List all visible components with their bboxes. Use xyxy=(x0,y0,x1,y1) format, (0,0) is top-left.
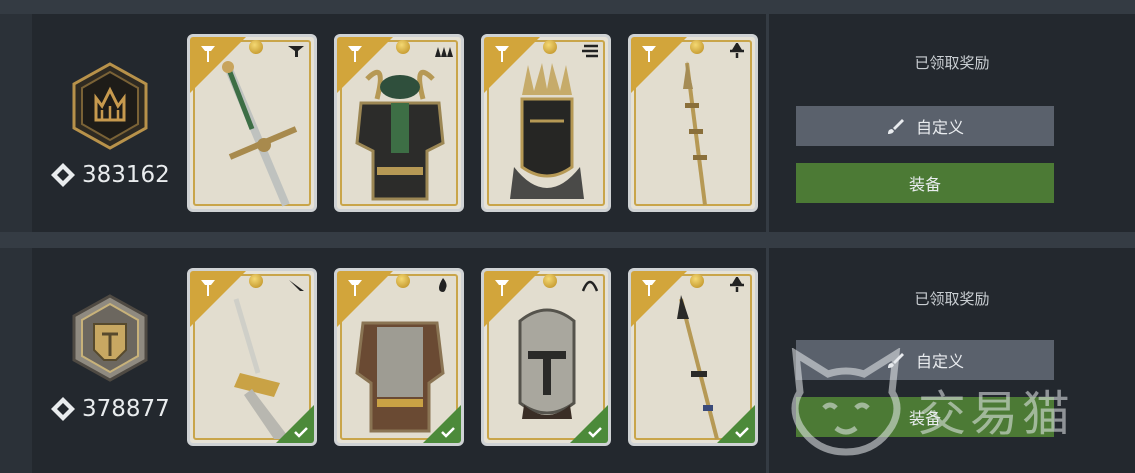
item-card-sword[interactable] xyxy=(187,268,317,446)
item-card-armor[interactable] xyxy=(334,268,464,446)
coin-icon xyxy=(543,40,557,54)
equip-button[interactable]: 装备 xyxy=(796,397,1054,437)
customize-button[interactable]: 自定义 xyxy=(796,340,1054,380)
row-divider xyxy=(766,14,769,232)
check-icon xyxy=(735,427,749,438)
helmet-icon xyxy=(510,63,584,199)
spear-class-icon xyxy=(730,43,744,58)
item-card-spear[interactable] xyxy=(628,268,758,446)
item-card-helmet[interactable] xyxy=(481,34,611,212)
check-icon xyxy=(588,427,602,438)
spear-class-icon xyxy=(730,277,744,292)
arc-icon xyxy=(581,280,599,292)
brush-icon xyxy=(887,353,904,368)
score: 383162 xyxy=(50,162,170,188)
equip-button[interactable]: 装备 xyxy=(796,163,1054,203)
customize-label: 自定义 xyxy=(915,352,964,371)
item-card-sword[interactable] xyxy=(187,34,317,212)
customize-label: 自定义 xyxy=(915,118,964,137)
customize-button[interactable]: 自定义 xyxy=(796,106,1054,146)
spear-icon xyxy=(683,61,707,206)
sword-icon xyxy=(222,61,298,207)
coin-icon xyxy=(690,40,704,54)
top-separator xyxy=(0,0,1135,14)
brush-icon xyxy=(887,119,904,134)
row-separator xyxy=(0,232,1135,248)
item-card-spear[interactable] xyxy=(628,34,758,212)
rank-emblem-icon xyxy=(72,62,148,150)
score-value: 378877 xyxy=(82,396,170,422)
spikes-icon xyxy=(435,47,453,57)
score-value: 383162 xyxy=(82,162,170,188)
reward-status: 已领取奖励 xyxy=(914,54,990,72)
coin-icon xyxy=(396,40,410,54)
flame-icon xyxy=(439,278,447,292)
check-icon xyxy=(441,427,455,438)
item-card-armor[interactable] xyxy=(334,34,464,212)
check-icon xyxy=(294,427,308,438)
gem-icon xyxy=(51,163,75,187)
coin-icon xyxy=(249,274,263,288)
armor-icon xyxy=(355,69,445,201)
coin-icon xyxy=(543,274,557,288)
rank-emblem-icon xyxy=(72,294,148,382)
row-divider xyxy=(766,248,769,473)
equip-label: 装备 xyxy=(908,175,941,194)
blade-icon xyxy=(289,280,304,291)
speed-lines-icon xyxy=(582,44,598,58)
score: 378877 xyxy=(50,396,170,422)
item-card-helmet[interactable] xyxy=(481,268,611,446)
class-icon xyxy=(288,46,304,57)
coin-icon xyxy=(249,40,263,54)
gem-icon xyxy=(51,397,75,421)
reward-status: 已领取奖励 xyxy=(914,290,990,308)
coin-icon xyxy=(690,274,704,288)
equip-label: 装备 xyxy=(908,409,941,428)
coin-icon xyxy=(396,274,410,288)
